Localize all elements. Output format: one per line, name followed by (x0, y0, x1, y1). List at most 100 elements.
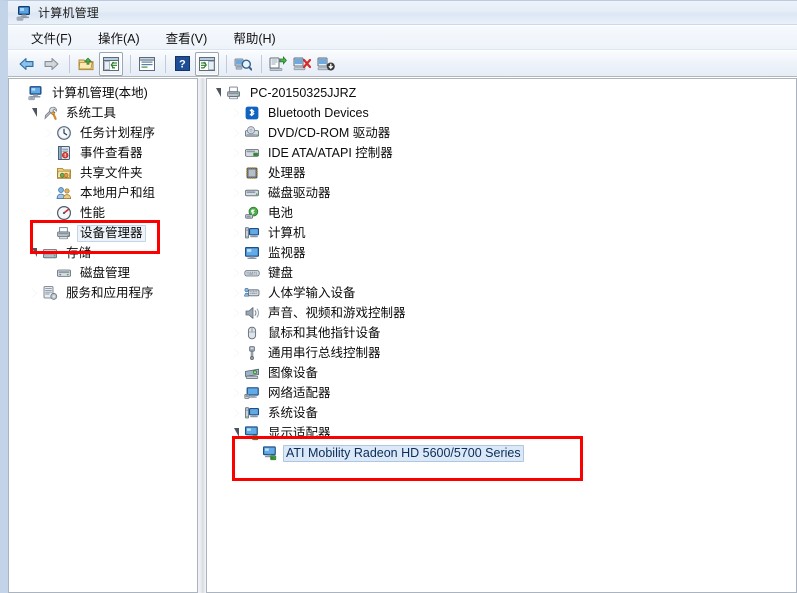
tree-item-network-adapters[interactable]: 网络适配器 (207, 383, 796, 403)
toolbar-show-hide-action-pane[interactable] (195, 51, 219, 76)
tree-label: 人体学输入设备 (268, 285, 356, 300)
toolbar-forward[interactable] (40, 53, 62, 75)
tree-item-ati-mobility-radeon[interactable]: ATI Mobility Radeon HD 5600/5700 Series (207, 443, 796, 463)
tree-item-human-interface-devices[interactable]: 人体学输入设备 (207, 283, 796, 303)
local-users-groups-icon (56, 185, 72, 201)
expander-collapsed[interactable] (229, 343, 244, 363)
expander-collapsed[interactable] (229, 143, 244, 163)
expander-collapsed[interactable] (229, 283, 244, 303)
tree-item-sound-video-game-controllers[interactable]: 声音、视频和游戏控制器 (207, 303, 796, 323)
expander-collapsed[interactable] (41, 163, 56, 183)
tree-label: 存储 (66, 245, 92, 260)
tree-item-storage[interactable]: 存储 (9, 243, 197, 263)
expander-collapsed[interactable] (229, 363, 244, 383)
tree-item-mice-and-pointing-devices[interactable]: 鼠标和其他指针设备 (207, 323, 796, 343)
toolbar-properties[interactable] (136, 53, 158, 75)
console-tree-pane[interactable]: 计算机管理(本地) 系统工具 任务计划程序 事件查看器 共享文件夹 本地用户和组… (8, 78, 197, 593)
tree-item-monitors[interactable]: 监视器 (207, 243, 796, 263)
expander-collapsed[interactable] (229, 263, 244, 283)
tree-label: 系统工具 (66, 105, 117, 120)
expander-collapsed[interactable] (27, 283, 42, 303)
tree-label: DVD/CD-ROM 驱动器 (268, 125, 391, 140)
expander-collapsed[interactable] (229, 183, 244, 203)
tree-item-system-tools[interactable]: 系统工具 (9, 103, 197, 123)
toolbar-up-one-level[interactable] (75, 53, 97, 75)
tree-item-shared-folders[interactable]: 共享文件夹 (9, 163, 197, 183)
device-tree: PC-20150325JJRZ Bluetooth Devices DVD/CD… (207, 83, 796, 463)
expander-none (247, 443, 262, 463)
expander-collapsed[interactable] (41, 123, 56, 143)
expander-expanded[interactable] (211, 83, 226, 103)
expander-collapsed[interactable] (229, 383, 244, 403)
expander-expanded[interactable] (27, 103, 42, 123)
bluetooth-icon (244, 105, 260, 121)
tree-item-disk-management[interactable]: 磁盘管理 (9, 263, 197, 283)
menu-help[interactable]: 帮助(H) (224, 26, 284, 49)
tree-item-imaging-devices[interactable]: 图像设备 (207, 363, 796, 383)
computer-management-icon (16, 5, 32, 21)
menu-file[interactable]: 文件(F) (22, 26, 81, 49)
toolbar-disable-device[interactable] (291, 53, 313, 75)
toolbar-show-hide-console-tree[interactable] (99, 51, 123, 76)
tree-item-usb-controllers[interactable]: 通用串行总线控制器 (207, 343, 796, 363)
tree-item-task-scheduler[interactable]: 任务计划程序 (9, 123, 197, 143)
tree-item-event-viewer[interactable]: 事件查看器 (9, 143, 197, 163)
expander-collapsed[interactable] (229, 243, 244, 263)
tree-label: 键盘 (268, 265, 294, 280)
tree-item-bluetooth-devices[interactable]: Bluetooth Devices (207, 103, 796, 123)
tree-item-disk-drives[interactable]: 磁盘驱动器 (207, 183, 796, 203)
expander-collapsed[interactable] (229, 203, 244, 223)
expander-collapsed[interactable] (229, 103, 244, 123)
tree-item-pc-root[interactable]: PC-20150325JJRZ (207, 83, 796, 103)
tree-item-batteries[interactable]: 电池 (207, 203, 796, 223)
tree-item-display-adapters[interactable]: 显示适配器 (207, 423, 796, 443)
tree-item-processors[interactable]: 处理器 (207, 163, 796, 183)
tree-item-computer[interactable]: 计算机 (207, 223, 796, 243)
expander[interactable] (13, 83, 28, 103)
tree-item-services-and-applications[interactable]: 服务和应用程序 (9, 283, 197, 303)
pane-splitter[interactable] (197, 78, 207, 593)
title-bar: 计算机管理 (8, 1, 797, 25)
toolbar-separator-3 (165, 54, 166, 73)
expander-collapsed[interactable] (41, 203, 56, 223)
mouse-icon (244, 325, 260, 341)
tree-item-system-devices[interactable]: 系统设备 (207, 403, 796, 423)
toolbar-scan-for-hardware-changes[interactable] (232, 53, 254, 75)
expander-collapsed[interactable] (229, 323, 244, 343)
tree-item-dvd-cdrom-drives[interactable]: DVD/CD-ROM 驱动器 (207, 123, 796, 143)
toolbar-uninstall-device[interactable] (315, 53, 337, 75)
tree-label: 本地用户和组 (80, 185, 156, 200)
tree-item-local-users-and-groups[interactable]: 本地用户和组 (9, 183, 197, 203)
expander-collapsed[interactable] (229, 223, 244, 243)
expander-none (41, 263, 56, 283)
disk-drive-icon (244, 185, 260, 201)
toolbar-back[interactable] (16, 53, 38, 75)
expander-collapsed[interactable] (41, 183, 56, 203)
tree-label: 处理器 (268, 165, 306, 180)
expander-collapsed[interactable] (41, 143, 56, 163)
tree-item-keyboards[interactable]: 键盘 (207, 263, 796, 283)
expander-expanded[interactable] (27, 243, 42, 263)
system-device-icon (244, 405, 260, 421)
tree-item-computer-management-local[interactable]: 计算机管理(本地) (9, 83, 197, 103)
tree-label: 系统设备 (268, 405, 319, 420)
toolbar-help[interactable]: ? (171, 53, 193, 75)
expander-collapsed[interactable] (229, 403, 244, 423)
event-viewer-icon (56, 145, 72, 161)
tree-label: 网络适配器 (268, 385, 331, 400)
shared-folders-icon (56, 165, 72, 181)
dvd-drive-icon (244, 125, 260, 141)
expander-collapsed[interactable] (229, 163, 244, 183)
menu-view[interactable]: 查看(V) (157, 26, 217, 49)
toolbar-update-driver[interactable] (267, 53, 289, 75)
device-manager-pane[interactable]: PC-20150325JJRZ Bluetooth Devices DVD/CD… (207, 78, 797, 593)
tree-item-performance[interactable]: 性能 (9, 203, 197, 223)
tree-item-device-manager[interactable]: 设备管理器 (9, 223, 197, 243)
expander-collapsed[interactable] (229, 123, 244, 143)
tree-label: PC-20150325JJRZ (250, 85, 357, 100)
tree-item-ide-ata-atapi-controllers[interactable]: IDE ATA/ATAPI 控制器 (207, 143, 796, 163)
expander-expanded[interactable] (229, 423, 244, 443)
tree-label: 事件查看器 (80, 145, 143, 160)
expander-collapsed[interactable] (229, 303, 244, 323)
menu-action[interactable]: 操作(A) (89, 26, 149, 49)
